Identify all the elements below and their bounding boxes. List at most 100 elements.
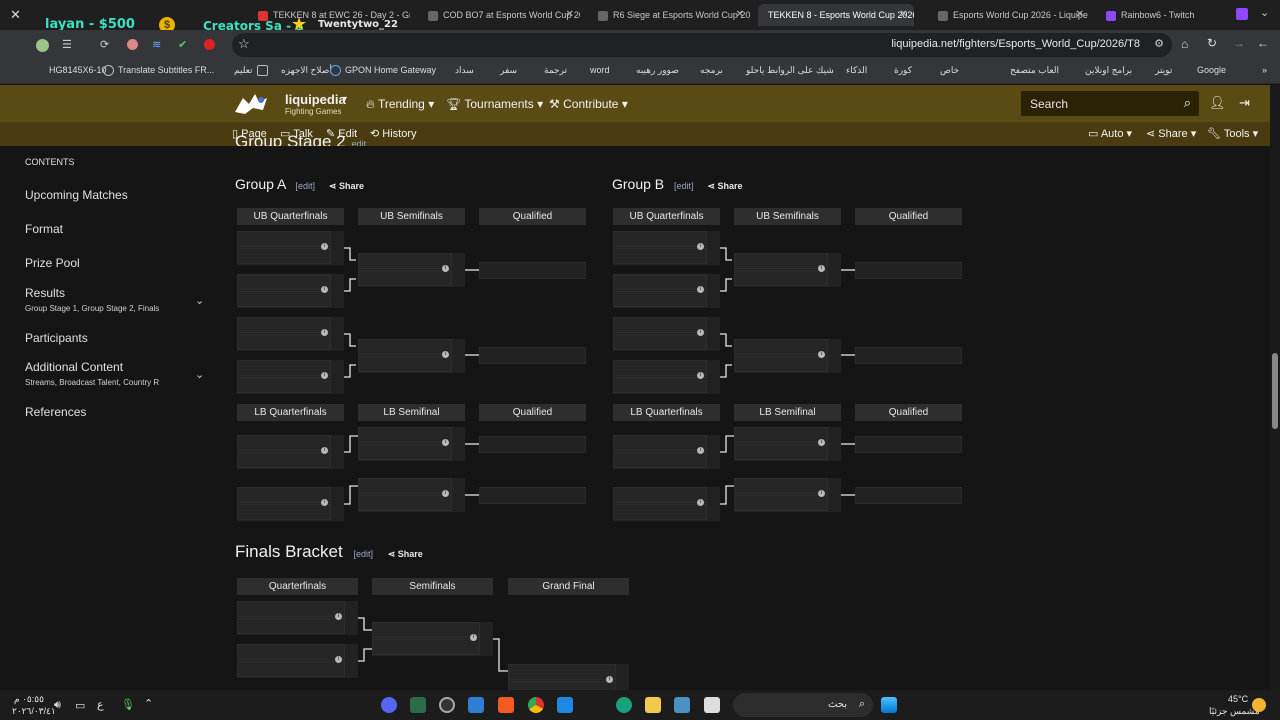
bracket-match[interactable]: i <box>358 427 465 461</box>
match-info-icon[interactable]: i <box>321 329 328 336</box>
bracket-match[interactable]: i <box>237 360 344 394</box>
bookmark[interactable]: برامج اونلاين <box>1085 65 1132 76</box>
edit-link[interactable]: edit <box>352 139 367 146</box>
bookmark[interactable]: word <box>590 65 610 75</box>
bookmark[interactable]: سفر <box>500 65 517 76</box>
bookmark[interactable]: خاص <box>940 65 959 76</box>
liquipedia-logo-icon[interactable] <box>233 90 271 118</box>
toc-upcoming-matches[interactable]: Upcoming Matches <box>25 188 128 202</box>
bracket-match[interactable]: i <box>237 317 344 351</box>
bracket-match[interactable]: i <box>237 231 344 265</box>
bracket-match[interactable]: i <box>613 231 720 265</box>
bookmark[interactable]: Google <box>1197 65 1226 75</box>
nav-trending[interactable]: 🔥︎ Trending ▾ <box>366 97 434 112</box>
app-icon[interactable] <box>439 697 455 713</box>
bracket-match[interactable]: i <box>237 274 344 308</box>
reload-icon[interactable]: ↻ <box>1207 36 1217 50</box>
bookmark[interactable]: ترجمة <box>544 65 567 76</box>
bookmark[interactable]: تعليم <box>234 65 272 77</box>
match-info-icon[interactable]: i <box>321 243 328 250</box>
match-info-icon[interactable]: i <box>442 490 449 497</box>
match-info-icon[interactable]: i <box>335 656 342 663</box>
match-info-icon[interactable]: i <box>818 351 825 358</box>
share-link[interactable]: ⋖ Share <box>707 181 742 191</box>
share-link[interactable]: ⋖ Share <box>388 549 423 559</box>
bookmark[interactable]: HG8145X6-10 <box>49 65 107 75</box>
twitch-icon[interactable] <box>1236 8 1248 20</box>
bracket-match[interactable]: i <box>613 487 720 521</box>
bookmark[interactable]: سداد <box>455 65 474 76</box>
language-indicator[interactable]: ع <box>97 698 104 711</box>
toc-results[interactable]: Results <box>25 286 65 300</box>
bracket-match[interactable]: i <box>358 253 465 287</box>
extension-icon[interactable]: ⟳ <box>100 38 109 51</box>
tab-active[interactable]: TEKKEN 8 - Esports World Cup 2026 ✕ <box>758 4 914 26</box>
file-explorer-icon[interactable] <box>645 697 661 713</box>
tab-2[interactable]: COD BO7 at Esports World Cup 20 ✕ <box>418 4 580 26</box>
logo-dropdown-icon[interactable]: ▾ <box>343 94 347 103</box>
edge-icon[interactable] <box>616 697 632 713</box>
brave-icon[interactable] <box>498 697 514 713</box>
match-info-icon[interactable]: i <box>321 499 328 506</box>
match-info-icon[interactable]: i <box>335 613 342 620</box>
edit-link[interactable]: [edit] <box>674 181 694 191</box>
discord-icon[interactable] <box>381 697 397 713</box>
match-info-icon[interactable]: i <box>321 447 328 454</box>
match-info-icon[interactable]: i <box>697 372 704 379</box>
scrollbar-thumb[interactable] <box>1272 353 1278 429</box>
weather-temp[interactable]: 45°C <box>1228 694 1248 704</box>
bookmark[interactable]: الذكاء <box>846 65 867 76</box>
match-info-icon[interactable]: i <box>818 439 825 446</box>
bookmark[interactable]: صوور رهيبه <box>636 65 679 76</box>
bracket-match[interactable]: i <box>613 317 720 351</box>
edit-link[interactable]: [edit] <box>353 549 373 559</box>
clock-time[interactable]: ٠٥:٥٥ م <box>14 694 44 705</box>
bookmark[interactable]: Translate Subtitles FR... <box>103 65 214 77</box>
profile-icon[interactable] <box>36 39 49 52</box>
bookmark[interactable]: العاب متصفح <box>1010 65 1059 76</box>
app-icon[interactable] <box>468 697 484 713</box>
bracket-match[interactable]: i <box>734 478 841 512</box>
toc-format[interactable]: Format <box>25 222 63 236</box>
bracket-match[interactable]: i <box>613 274 720 308</box>
toc-participants[interactable]: Participants <box>25 331 88 345</box>
chevron-down-icon[interactable]: ⌄ <box>195 368 204 381</box>
add-user-icon[interactable]: 👤︎ <box>1209 95 1226 111</box>
bracket-match[interactable]: i <box>613 360 720 394</box>
more-bookmarks-icon[interactable]: » <box>1262 65 1267 75</box>
search-input[interactable]: Search ⌕ <box>1021 91 1199 116</box>
bracket-match[interactable]: i <box>358 339 465 373</box>
logo-name[interactable]: liquipedia <box>285 92 346 107</box>
extension-icon[interactable] <box>204 39 215 50</box>
login-icon[interactable]: ⇥ <box>1239 95 1250 111</box>
site-settings-icon[interactable]: ⚙ <box>1154 37 1164 50</box>
match-info-icon[interactable]: i <box>442 439 449 446</box>
bookmark-star-icon[interactable]: ☆ <box>238 36 250 52</box>
match-info-icon[interactable]: i <box>470 634 477 641</box>
tab-search-icon[interactable]: ⌄ <box>1260 6 1269 19</box>
extension-icon[interactable]: ✔ <box>178 38 187 51</box>
theme-auto-button[interactable]: ▭ Auto ▾ <box>1088 127 1132 140</box>
page-scrollbar[interactable] <box>1270 85 1280 690</box>
share-button[interactable]: ⋖ Share ▾ <box>1146 127 1196 140</box>
search-icon[interactable]: ⌕ <box>1184 95 1191 111</box>
edit-link[interactable]: [edit] <box>295 181 315 191</box>
toc-additional-content[interactable]: Additional Content <box>25 360 123 374</box>
extension-icon[interactable]: ≋ <box>152 38 161 51</box>
bookmark[interactable]: أصلاح الاجهزه <box>281 65 332 76</box>
bracket-match[interactable]: i <box>358 478 465 512</box>
bracket-match[interactable]: i <box>237 644 358 678</box>
bracket-match[interactable]: i <box>734 339 841 373</box>
app-icon[interactable] <box>410 697 426 713</box>
match-info-icon[interactable]: i <box>442 265 449 272</box>
bracket-match[interactable]: i <box>237 435 344 469</box>
volume-icon[interactable]: 🔊︎ <box>54 699 61 712</box>
match-info-icon[interactable]: i <box>321 286 328 293</box>
toc-references[interactable]: References <box>25 405 86 419</box>
match-info-icon[interactable]: i <box>697 329 704 336</box>
app-icon[interactable] <box>674 697 690 713</box>
match-info-icon[interactable]: i <box>697 243 704 250</box>
bracket-match[interactable]: i <box>613 435 720 469</box>
chevron-down-icon[interactable]: ⌄ <box>195 294 204 307</box>
history-tab[interactable]: ⟲ History <box>370 127 417 140</box>
